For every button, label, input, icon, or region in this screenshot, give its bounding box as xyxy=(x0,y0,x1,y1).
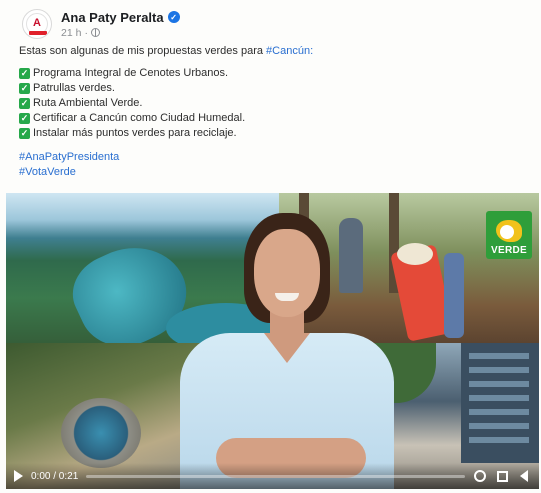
check-icon: ✓ xyxy=(19,127,30,139)
video-controls: 0:00 / 0:21 xyxy=(6,463,539,489)
author-name[interactable]: Ana Paty Peralta xyxy=(61,10,164,25)
hashtag-list: #AnaPatyPresidenta #VotaVerde xyxy=(19,150,519,180)
proposal-text: Programa Integral de Cenotes Urbanos. xyxy=(33,66,229,79)
check-icon: ✓ xyxy=(19,97,30,109)
progress-bar[interactable] xyxy=(86,474,465,478)
presenter-figure xyxy=(166,213,401,489)
cenote-shape xyxy=(61,398,141,468)
list-item: ✓ Patrullas verdes. xyxy=(19,81,519,96)
post-intro: Estas son algunas de mis propuestas verd… xyxy=(19,44,519,59)
post-header: A Ana Paty Peralta ✓ 21 h · xyxy=(22,6,180,42)
separator-dot: · xyxy=(84,26,88,39)
avatar-stripe xyxy=(29,31,47,35)
hashtag-anapaty[interactable]: #AnaPatyPresidenta xyxy=(19,150,519,165)
fullscreen-icon[interactable] xyxy=(495,469,509,483)
straw-hat xyxy=(397,243,433,265)
post-meta: Ana Paty Peralta ✓ 21 h · xyxy=(61,10,180,39)
verified-check-icon: ✓ xyxy=(167,11,180,23)
proposal-list: ✓ Programa Integral de Cenotes Urbanos. ✓… xyxy=(19,66,519,141)
settings-gear-icon[interactable] xyxy=(473,469,487,483)
check-icon: ✓ xyxy=(19,67,30,79)
proposal-text: Instalar más puntos verdes para reciclaj… xyxy=(33,126,237,139)
list-item: ✓ Ruta Ambiental Verde. xyxy=(19,96,519,111)
party-logo: VERDE xyxy=(486,211,532,259)
intro-text: Estas son algunas de mis propuestas verd… xyxy=(19,45,267,57)
building-shape xyxy=(461,343,539,463)
list-item: ✓ Certificar a Cancún como Ciudad Humedal… xyxy=(19,111,519,126)
check-icon: ✓ xyxy=(19,112,30,124)
hashtag-votaverde[interactable]: #VotaVerde xyxy=(19,165,519,180)
post-subline: 21 h · xyxy=(61,27,180,39)
hashtag-cancun[interactable]: #Cancún: xyxy=(266,45,313,57)
check-icon: ✓ xyxy=(19,82,30,94)
avatar[interactable]: A xyxy=(22,9,52,39)
presenter-face xyxy=(254,229,320,317)
facebook-post: A Ana Paty Peralta ✓ 21 h · Estas son al… xyxy=(0,0,541,493)
avatar-letter: A xyxy=(33,17,41,29)
video-player[interactable]: VERDE 0:00 / 0:21 xyxy=(6,193,539,489)
proposal-text: Ruta Ambiental Verde. xyxy=(33,96,143,109)
author-row: Ana Paty Peralta ✓ xyxy=(61,10,180,25)
list-item: ✓ Instalar más puntos verdes para recicla… xyxy=(19,126,519,141)
proposal-text: Certificar a Cancún como Ciudad Humedal. xyxy=(33,111,246,124)
toucan-icon xyxy=(496,220,522,242)
video-time: 0:00 / 0:21 xyxy=(31,470,79,482)
post-body: Estas son algunas de mis propuestas verd… xyxy=(19,44,519,180)
volunteer-figure xyxy=(444,253,464,338)
party-logo-text: VERDE xyxy=(491,245,527,256)
list-item: ✓ Programa Integral de Cenotes Urbanos. xyxy=(19,66,519,81)
globe-icon xyxy=(90,28,100,37)
play-icon[interactable] xyxy=(14,470,23,482)
volume-icon[interactable] xyxy=(517,469,531,483)
post-timestamp[interactable]: 21 h xyxy=(61,27,81,39)
proposal-text: Patrullas verdes. xyxy=(33,81,115,94)
